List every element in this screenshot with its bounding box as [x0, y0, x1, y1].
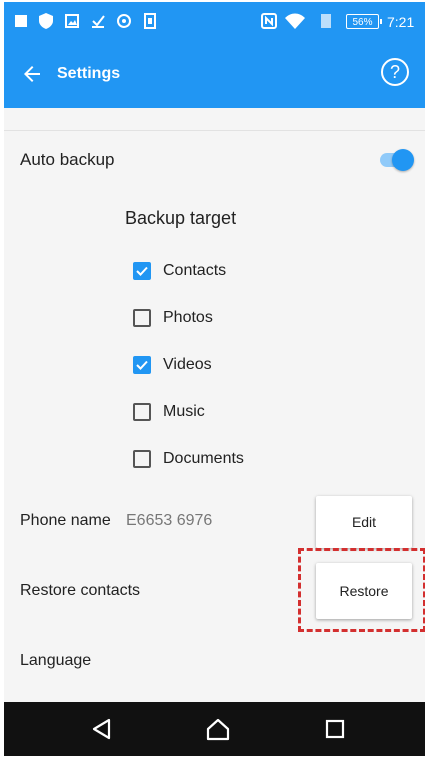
language-label[interactable]: Language [20, 652, 91, 670]
checkbox-unchecked-icon[interactable] [133, 309, 151, 327]
checkbox-videos[interactable]: Videos [133, 353, 212, 377]
auto-backup-toggle[interactable] [378, 149, 414, 171]
checkbox-label: Contacts [163, 262, 227, 279]
restore-contacts-label: Restore contacts [20, 582, 141, 599]
battery-indicator: 56% [346, 14, 382, 29]
square-icon [14, 13, 28, 29]
help-icon[interactable]: ? [381, 58, 409, 86]
nfc-icon [260, 13, 278, 29]
checkbox-photos[interactable]: Photos [133, 306, 213, 330]
checkbox-checked-icon[interactable] [133, 356, 151, 374]
back-triangle-icon[interactable] [89, 716, 115, 742]
sim-icon [142, 13, 158, 29]
checkbox-label: Photos [163, 309, 213, 326]
checkbox-documents[interactable]: Documents [133, 447, 244, 471]
clock: 7:21 [387, 14, 415, 30]
home-icon[interactable] [205, 716, 231, 742]
checkbox-contacts[interactable]: Contacts [133, 259, 226, 283]
image-icon [64, 13, 80, 29]
signal-icon [318, 13, 334, 29]
back-arrow-icon[interactable] [20, 62, 44, 86]
auto-backup-label: Auto backup [20, 150, 115, 169]
phone-name-label: Phone name [20, 512, 111, 529]
shield-icon [38, 13, 54, 29]
app-bar: Settings ? [4, 42, 425, 108]
backup-target-title: Backup target [125, 208, 237, 228]
phone-name-value: E6653 6976 [126, 512, 213, 529]
wifi-icon [284, 13, 306, 29]
recents-icon[interactable] [322, 716, 348, 742]
edit-button[interactable]: Edit [316, 496, 412, 548]
status-bar: 56% 7:21 [4, 2, 425, 42]
checkbox-unchecked-icon[interactable] [133, 450, 151, 468]
checkbox-label: Documents [163, 450, 244, 467]
toggle-thumb [392, 149, 414, 171]
checkbox-music[interactable]: Music [133, 400, 205, 424]
page-title: Settings [57, 65, 121, 82]
navigation-bar [4, 702, 425, 756]
checkbox-checked-icon[interactable] [133, 262, 151, 280]
settings-dot-icon [116, 13, 132, 29]
phone-screen: 56% 7:21 Settings ? Auto backup Backup t… [4, 2, 425, 756]
divider [4, 130, 425, 131]
checkbox-label: Music [163, 403, 205, 420]
download-icon [90, 13, 106, 29]
checkbox-label: Videos [163, 356, 212, 373]
checkbox-unchecked-icon[interactable] [133, 403, 151, 421]
restore-button[interactable]: Restore [316, 563, 412, 619]
